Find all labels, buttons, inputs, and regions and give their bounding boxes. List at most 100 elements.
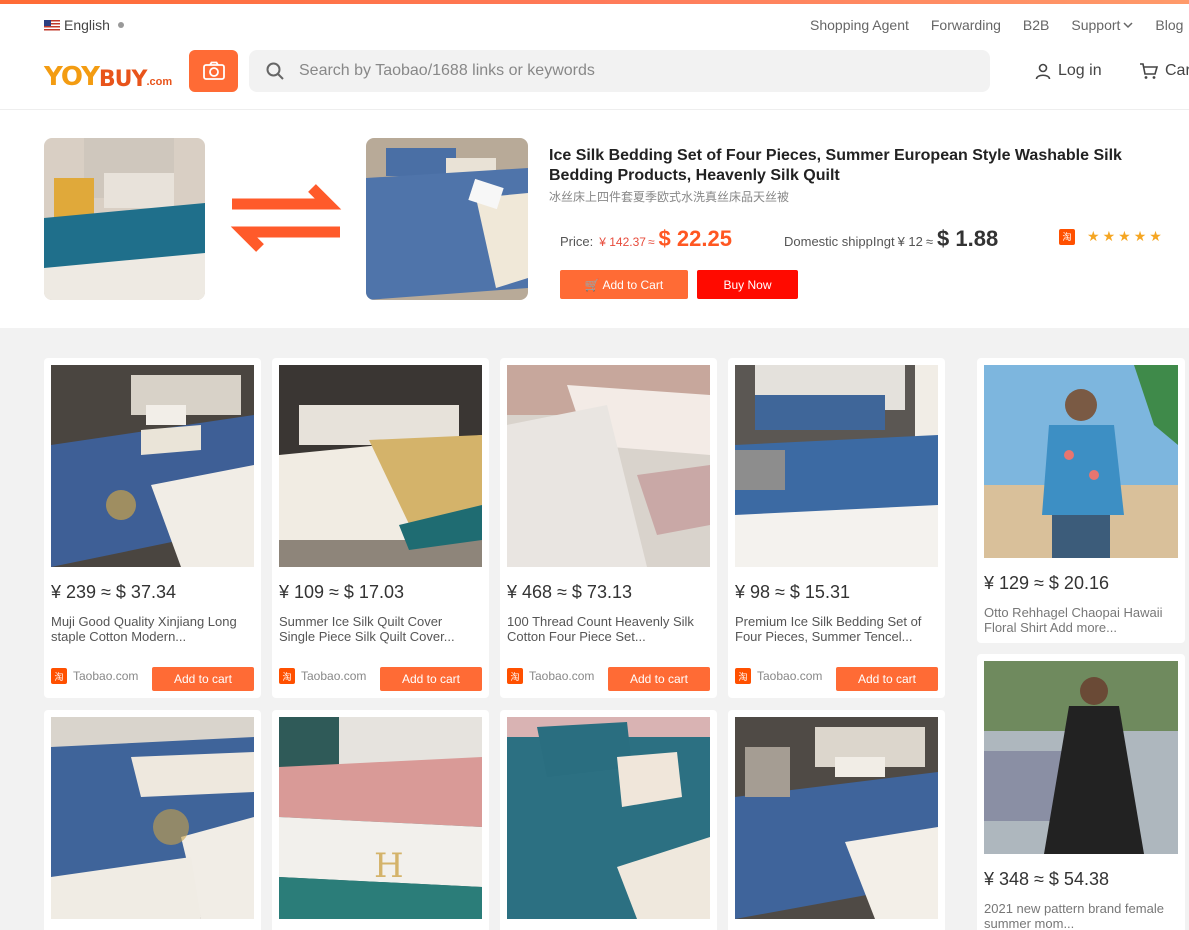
swap-arrows-icon	[230, 184, 342, 252]
add-to-cart-button[interactable]: Add to cart	[152, 667, 254, 691]
product-image[interactable]	[735, 365, 938, 567]
matched-product-image[interactable]	[366, 138, 528, 300]
login-button[interactable]: Log in	[1034, 62, 1102, 80]
cart-button[interactable]: Cart	[1139, 62, 1189, 80]
shipping-label: Domestic shippIngt	[784, 234, 895, 249]
product-image[interactable]: H	[279, 717, 482, 919]
product-image[interactable]	[735, 717, 938, 919]
user-icon	[1035, 63, 1051, 80]
add-to-cart-button[interactable]: Add to cart	[380, 667, 482, 691]
logo-buy: BUY	[98, 67, 148, 92]
add-to-cart-button[interactable]: Add to cart	[608, 667, 710, 691]
product-card[interactable]	[728, 710, 945, 930]
product-card[interactable]	[500, 710, 717, 930]
product-subtitle-cn: 冰丝床上四件套夏季欧式水洗真丝床品天丝被	[549, 190, 790, 204]
logo-yoy: YOY	[44, 62, 100, 92]
source-label: Taobao.com	[73, 669, 139, 683]
card-price: ¥ 468 ≈ $ 73.13	[507, 582, 632, 602]
cart-icon	[1140, 63, 1159, 79]
price-approx: ≈	[647, 235, 655, 249]
add-to-cart-label: Add to Cart	[602, 277, 664, 292]
site-header: English Shopping Agent Forwarding B2B Su…	[0, 4, 1189, 110]
product-image[interactable]	[51, 365, 254, 567]
product-card[interactable]: ¥ 109 ≈ $ 17.03 Summer Ice Silk Quilt Co…	[272, 358, 489, 698]
side-card-title[interactable]: Otto Rehhagel Chaopai Hawaii Floral Shir…	[984, 605, 1176, 635]
product-compare-section: Ice Silk Bedding Set of Four Pieces, Sum…	[0, 110, 1189, 328]
search-input[interactable]	[299, 62, 959, 80]
nav-blog[interactable]: Blog	[1155, 17, 1183, 33]
taobao-badge-icon: 淘	[51, 668, 67, 684]
add-to-cart-button[interactable]: Add to cart	[836, 667, 938, 691]
product-image[interactable]	[507, 365, 710, 567]
star-icon: ★	[1133, 228, 1147, 244]
product-title: Ice Silk Bedding Set of Four Pieces, Sum…	[549, 147, 1122, 184]
card-title[interactable]: Premium Ice Silk Bedding Set of Four Pie…	[735, 614, 935, 644]
nav-forwarding[interactable]: Forwarding	[931, 17, 1001, 33]
product-card[interactable]: ¥ 468 ≈ $ 73.13 100 Thread Count Heavenl…	[500, 358, 717, 698]
star-icon: ★	[1118, 228, 1131, 244]
nav-b2b[interactable]: B2B	[1023, 17, 1049, 33]
logo-domain: .com	[146, 76, 173, 88]
price-cny: ¥ 142.37	[599, 235, 646, 249]
card-source: 淘 Taobao.com	[51, 668, 138, 684]
product-image[interactable]	[507, 717, 710, 919]
add-to-cart-button[interactable]: 🛒 Add to Cart	[560, 270, 688, 299]
taobao-badge-icon: 淘	[1059, 228, 1075, 245]
top-nav: Shopping Agent Forwarding B2B Support Bl…	[810, 17, 1183, 33]
taobao-badge-icon: 淘	[735, 668, 751, 684]
taobao-badge-icon: 淘	[507, 668, 523, 684]
product-image[interactable]	[51, 717, 254, 919]
card-price: ¥ 239 ≈ $ 37.34	[51, 582, 176, 602]
language-label: English	[64, 17, 110, 33]
dropdown-dot-icon	[117, 22, 124, 28]
search-bar	[249, 50, 990, 92]
product-card[interactable]: ¥ 98 ≈ $ 15.31 Premium Ice Silk Bedding …	[728, 358, 945, 698]
side-card-price: ¥ 348 ≈ $ 54.38	[984, 869, 1109, 889]
side-product-card[interactable]: ¥ 129 ≈ $ 20.16 Otto Rehhagel Chaopai Ha…	[977, 358, 1185, 643]
camera-icon	[202, 61, 225, 80]
svg-text:H: H	[374, 846, 404, 886]
cart-small-icon: 🛒	[584, 277, 600, 292]
source-label: Taobao.com	[301, 669, 367, 683]
taobao-badge-icon: 淘	[279, 668, 295, 684]
yoybuy-logo[interactable]: YOY BUY .com	[44, 52, 172, 92]
product-image[interactable]	[279, 365, 482, 567]
original-product-image[interactable]	[44, 138, 205, 300]
nav-support[interactable]: Support	[1071, 17, 1133, 33]
nav-shopping-agent[interactable]: Shopping Agent	[810, 17, 909, 33]
shipping-cny: ¥ 12	[897, 234, 923, 249]
price-row: Price: ¥ 142.37 ≈ $ 22.25	[560, 226, 732, 252]
source-label: Taobao.com	[757, 669, 823, 683]
product-image[interactable]	[984, 661, 1178, 854]
cart-label: Cart	[1165, 62, 1189, 79]
product-card[interactable]	[44, 710, 261, 930]
side-card-title[interactable]: 2021 new pattern brand female summer mom…	[984, 901, 1176, 930]
us-flag-icon	[44, 19, 60, 31]
product-card[interactable]: ¥ 239 ≈ $ 37.34 Muji Good Quality Xinjia…	[44, 358, 261, 698]
shipping-approx: ≈	[925, 234, 934, 249]
side-product-card[interactable]: ¥ 348 ≈ $ 54.38 2021 new pattern brand f…	[977, 654, 1185, 930]
star-icon: ★	[1087, 228, 1100, 244]
product-card[interactable]: H	[272, 710, 489, 930]
source-label: Taobao.com	[529, 669, 595, 683]
shipping-usd: $ 1.88	[937, 226, 999, 251]
card-title[interactable]: Muji Good Quality Xinjiang Long staple C…	[51, 614, 251, 644]
login-label: Log in	[1058, 62, 1102, 79]
nav-support-label: Support	[1071, 17, 1121, 33]
chevron-down-icon	[1123, 22, 1133, 29]
card-title[interactable]: Summer Ice Silk Quilt Cover Single Piece…	[279, 614, 479, 644]
product-image[interactable]	[984, 365, 1178, 558]
card-source: 淘 Taobao.com	[507, 668, 594, 684]
card-price: ¥ 109 ≈ $ 17.03	[279, 582, 404, 602]
star-icon: ★	[1149, 228, 1162, 244]
price-usd: $ 22.25	[658, 226, 732, 251]
language-selector[interactable]: English	[44, 17, 124, 33]
star-icon: ★	[1102, 228, 1116, 244]
side-card-price: ¥ 129 ≈ $ 20.16	[984, 573, 1109, 593]
card-title[interactable]: 100 Thread Count Heavenly Silk Cotton Fo…	[507, 614, 707, 644]
seller-rating: 淘 ★ ★ ★ ★ ★	[1059, 228, 1162, 245]
card-price: ¥ 98 ≈ $ 15.31	[735, 582, 850, 602]
buy-now-button[interactable]: Buy Now	[697, 270, 798, 299]
image-search-button[interactable]	[189, 50, 238, 92]
price-label: Price:	[560, 234, 594, 249]
